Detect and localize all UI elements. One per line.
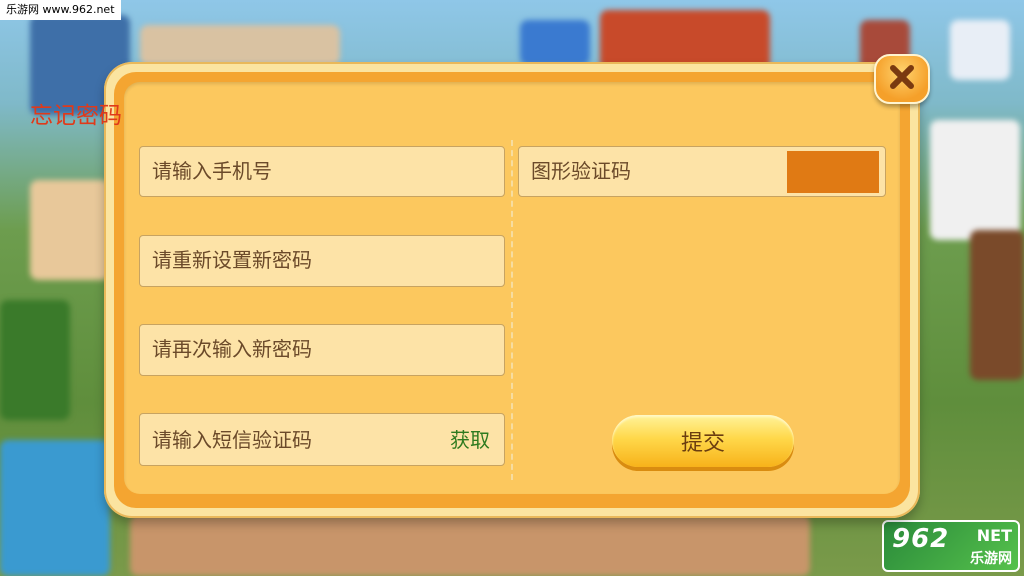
sms-code-placeholder: 请输入短信验证码 [152,428,312,452]
close-icon [887,62,917,96]
logo-net: NET [976,526,1012,545]
confirm-password-placeholder: 请再次输入新密码 [152,337,312,361]
captcha-input[interactable]: 图形验证码 [518,146,886,197]
logo-number: 962 [892,524,950,554]
site-logo: 962 NET 乐游网 [882,520,1020,572]
logo-site-name: 乐游网 [970,551,1012,567]
phone-input-placeholder: 请输入手机号 [152,159,272,183]
new-password-input[interactable]: 请重新设置新密码 [139,235,505,287]
dialog-title: 忘记密码 [30,103,122,129]
phone-input[interactable]: 请输入手机号 [139,146,505,197]
captcha-placeholder: 图形验证码 [531,159,631,183]
sms-code-input[interactable]: 请输入短信验证码 获取 [139,413,505,466]
captcha-image[interactable] [787,151,879,193]
submit-button[interactable]: 提交 [612,415,794,467]
watermark-text: 乐游网 www.962.net [0,0,121,20]
new-password-placeholder: 请重新设置新密码 [152,248,312,272]
close-button[interactable] [874,54,930,104]
submit-button-label: 提交 [680,431,725,456]
get-sms-code-button[interactable]: 获取 [450,414,490,467]
column-divider [511,140,513,480]
confirm-password-input[interactable]: 请再次输入新密码 [139,324,505,376]
